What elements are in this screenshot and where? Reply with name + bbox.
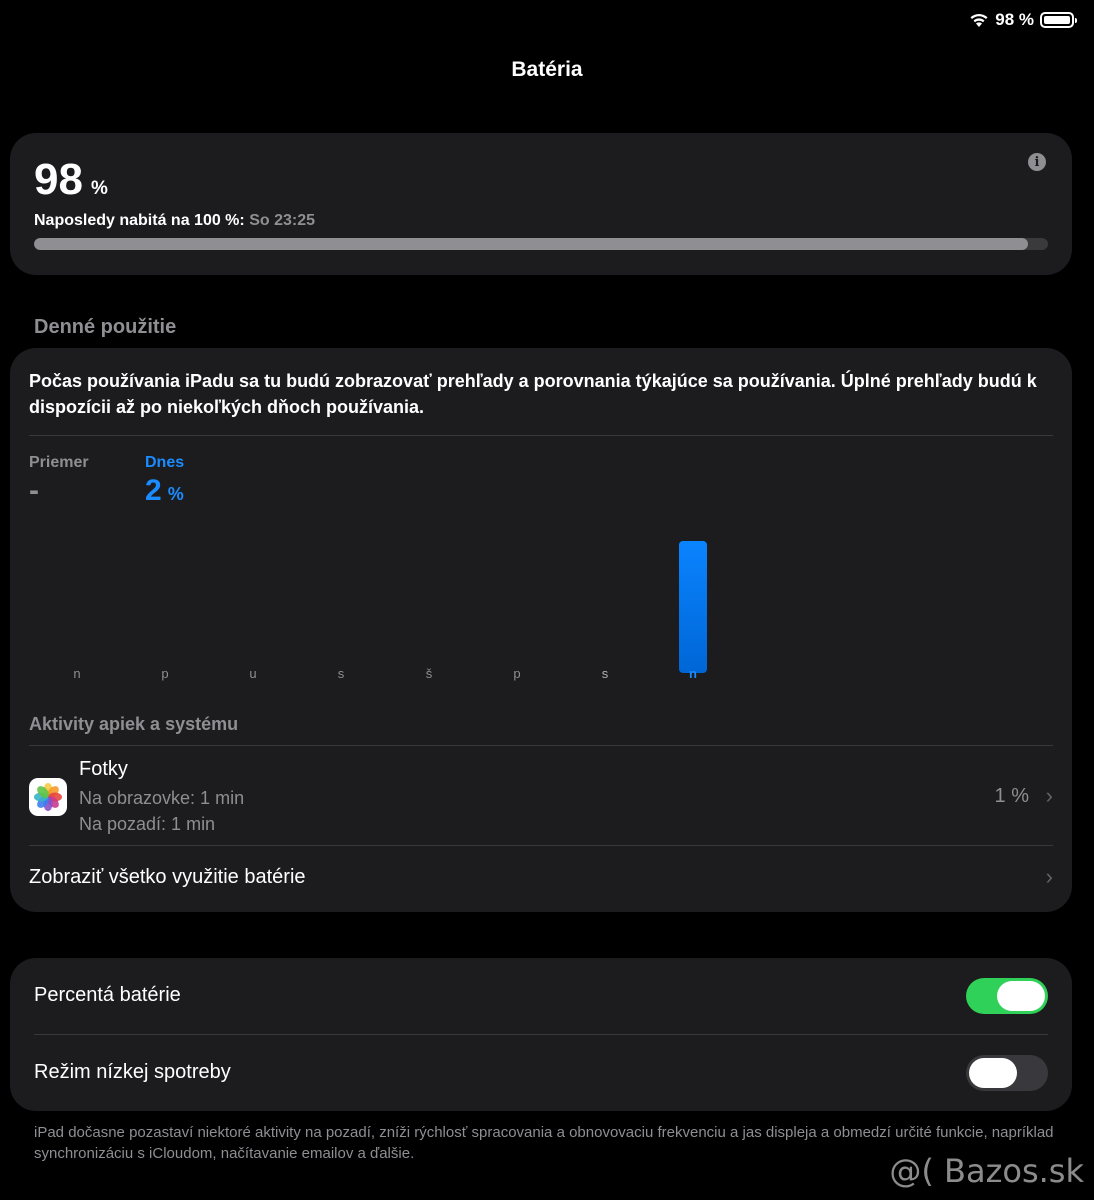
average-label: Priemer [29,454,89,471]
average-value: - [29,474,39,507]
chevron-right-icon: › [1045,783,1053,808]
divider [29,745,1053,746]
today-value: 2 [145,474,162,507]
app-name: Fotky [79,758,128,780]
usage-bar [679,541,707,673]
usage-description: Počas používania iPadu sa tu budú zobraz… [29,371,1037,417]
battery-level-unit: % [90,178,108,199]
show-all-usage-link[interactable]: Zobraziť všetko využitie batérie [29,866,306,889]
last-charged: Naposledy nabitá na 100 %: So 23:25 [34,212,315,230]
app-background-time: Na pozadí: 1 min [79,814,216,834]
page-title: Batéria [511,58,583,81]
activity-title: Aktivity apiek a systému [29,714,239,734]
battery-level-value: 98 [34,155,83,204]
today-value-group: 2% [145,474,184,508]
divider [29,845,1053,846]
low-power-label: Režim nízkej spotreby [34,1061,231,1083]
status-battery-percent: 98 % [995,10,1034,29]
low-power-toggle[interactable] [966,1055,1048,1091]
battery-percentage-label: Percentá batérie [34,984,181,1006]
day-label: p [513,666,521,681]
day-label: p [161,666,169,681]
app-screen-time: Na obrazovke: 1 min [79,788,245,808]
today-label: Dnes [145,454,185,471]
day-label: n [73,666,81,681]
battery-icon [1040,12,1077,28]
day-label: s [601,666,609,681]
info-icon[interactable]: i [1028,153,1046,171]
photos-icon [29,778,67,816]
last-charged-label: Naposledy nabitá na 100 %: [34,212,245,229]
daily-usage-card: Počas používania iPadu sa tu budú zobraz… [10,348,1072,912]
battery-percentage-toggle[interactable] [966,978,1048,1014]
divider [29,435,1053,436]
battery-level-card: 98 % i Naposledy nabitá na 100 %: So 23:… [10,133,1072,275]
day-label: š [425,666,433,681]
usage-chart [29,518,1049,673]
watermark: @( Bazos.sk [889,1152,1084,1190]
app-row-fotky[interactable]: Fotky Na obrazovke: 1 min Na pozadí: 1 m… [29,748,1053,846]
today-unit: % [167,484,184,504]
battery-level: 98 % [34,155,108,205]
daily-usage-title: Denné použitie [34,316,177,338]
low-power-row: Režim nízkej spotreby [34,1035,1048,1111]
battery-level-bar [34,238,1048,250]
app-usage-percent: 1 % [994,785,1029,807]
day-label: n [689,666,697,681]
last-charged-value: So 23:25 [249,212,315,229]
wifi-icon [970,13,988,27]
day-label: s [337,666,345,681]
status-bar: 98 % [969,10,1077,30]
battery-level-fill [34,238,1028,250]
day-label: u [249,666,257,681]
battery-percentage-row: Percentá batérie [34,958,1048,1034]
battery-settings-card: Percentá batérie Režim nízkej spotreby [10,958,1072,1111]
chevron-right-icon: › [1045,864,1053,889]
